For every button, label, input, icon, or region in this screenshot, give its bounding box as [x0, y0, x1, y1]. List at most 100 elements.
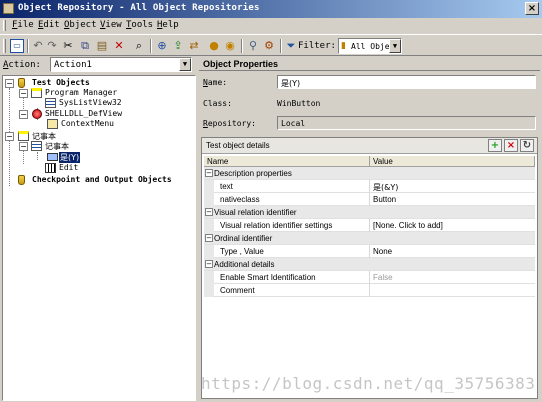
row-indent [204, 271, 214, 284]
collapse-icon[interactable]: − [205, 234, 213, 242]
property-value[interactable]: False [373, 273, 393, 282]
row-indent [204, 284, 214, 297]
title-bar: Object Repository - All Object Repositor… [0, 0, 542, 18]
toolbar: ▭ ↶ ↷ ✂ ⧉ ▤ ✕ ⌕ ⊕ ⇪ ⇄ ● ◉ ⚲ ⚙ ⏷ Filter: … [0, 34, 542, 56]
find-icon[interactable]: ⌕ [132, 39, 146, 53]
toolbar-grip [3, 39, 6, 53]
category-row[interactable]: − Description properties [204, 167, 535, 180]
collapse-icon[interactable]: − [19, 110, 28, 119]
column-divider [369, 219, 370, 232]
category-row[interactable]: − Additional details [204, 258, 535, 271]
close-button[interactable]: × [525, 2, 539, 15]
class-label: Class: [203, 99, 232, 108]
menu-object[interactable]: Object [64, 20, 97, 30]
tree-node-checkpoints[interactable]: Checkpoint and Output Objects [5, 175, 195, 186]
collapse-icon[interactable]: − [205, 169, 213, 177]
category-label: Description properties [214, 169, 292, 178]
category-row[interactable]: − Visual relation identifier [204, 206, 535, 219]
menu-tools[interactable]: Tools [126, 20, 153, 30]
menu-edit[interactable]: Edit [38, 20, 60, 30]
category-row[interactable]: − Ordinal identifier [204, 232, 535, 245]
object-icon[interactable]: ▭ [10, 39, 24, 53]
property-name: nativeclass [220, 195, 260, 204]
tree-node-edit[interactable]: Edit [33, 163, 183, 174]
button-icon [47, 153, 58, 161]
collapse-icon[interactable]: − [19, 142, 28, 151]
column-divider [369, 193, 370, 206]
remove-property-button[interactable]: × [504, 139, 518, 152]
collapse-icon[interactable]: − [5, 79, 14, 88]
menubar-grip [3, 20, 6, 31]
collapse-icon[interactable]: − [5, 132, 14, 141]
tree-connector [37, 152, 38, 160]
associate-icon[interactable]: ⚙ [262, 39, 276, 53]
property-row[interactable]: Enable Smart Identification False [204, 271, 535, 284]
property-row[interactable]: Type , Value None [204, 245, 535, 258]
column-header-name[interactable]: Name [204, 156, 370, 167]
tree-node-label: Edit [59, 163, 79, 172]
collapse-icon[interactable]: − [205, 208, 213, 216]
property-row[interactable]: text 是(&Y) [204, 180, 535, 193]
highlight-icon[interactable]: ● [207, 39, 221, 53]
redo-icon[interactable]: ↷ [45, 39, 59, 53]
properties-grid[interactable]: Name Value − Description properties text… [204, 156, 535, 397]
menu-file[interactable]: File [12, 20, 34, 30]
tree-node-yes-button[interactable]: 是(Y) [47, 152, 177, 163]
filter-object-icon: ▮ [341, 41, 346, 51]
export-icon[interactable]: ⇪ [171, 39, 185, 53]
collapse-icon[interactable]: − [19, 89, 28, 98]
menu-view[interactable]: View [100, 20, 122, 30]
cut-icon[interactable]: ✂ [61, 39, 75, 53]
name-value: 是(Y) [281, 79, 301, 88]
class-value: WinButton [277, 99, 321, 108]
object-tree[interactable]: − Test Objects − Program Manager SysList… [2, 75, 196, 401]
paste-icon[interactable]: ▤ [95, 39, 109, 53]
repository-field: Local [277, 116, 536, 130]
property-value[interactable]: None [373, 247, 392, 256]
menu-help[interactable]: Help [157, 20, 179, 30]
tree-node-label: 记事本 [45, 142, 69, 151]
property-row[interactable]: Visual relation identifier settings [Non… [204, 219, 535, 232]
add-property-button[interactable]: + [488, 139, 502, 152]
refresh-button[interactable]: ↻ [520, 139, 534, 152]
column-header-value[interactable]: Value [370, 156, 535, 167]
menu-bar: File Edit Object View Tools Help [0, 18, 542, 33]
details-title: Test object details [206, 141, 270, 150]
tree-node-syslistview32[interactable]: SysListView32 [33, 98, 183, 109]
toolbar-separator [150, 39, 152, 53]
action-row: Action: Action1 ▼ [0, 57, 196, 73]
collapse-icon[interactable]: − [205, 260, 213, 268]
property-row[interactable]: Comment [204, 284, 535, 297]
tree-node-label: SHELLDLL_DefView [45, 109, 123, 118]
object-spy-icon[interactable]: ⚲ [246, 39, 260, 53]
undo-icon[interactable]: ↶ [31, 39, 45, 53]
add-objects-icon[interactable]: ⊕ [155, 39, 169, 53]
edit-icon [45, 163, 56, 173]
chevron-down-icon[interactable]: ▼ [179, 58, 191, 71]
action-dropdown[interactable]: Action1 ▼ [50, 57, 192, 72]
toolbar-separator [280, 39, 282, 53]
object-properties-header: Object Properties [199, 57, 540, 71]
repository-value: Local [281, 119, 306, 128]
name-field[interactable]: 是(Y) [277, 75, 536, 89]
filter-dropdown[interactable]: ▮ All Obje ▼ [338, 38, 402, 54]
category-label: Visual relation identifier [214, 208, 297, 217]
property-value[interactable]: [None. Click to add] [373, 221, 443, 230]
property-name: text [220, 182, 233, 191]
object-properties-title: Object Properties [203, 59, 279, 69]
property-row[interactable]: nativeclass Button [204, 193, 535, 206]
delete-icon[interactable]: ✕ [112, 39, 126, 53]
chevron-down-icon[interactable]: ▼ [389, 39, 401, 53]
test-object-details-panel: Test object details + × ↻ Name Value − D… [201, 137, 538, 399]
row-indent [204, 193, 214, 206]
copy-icon[interactable]: ⧉ [78, 39, 92, 53]
tree-node-contextmenu[interactable]: ContextMenu [47, 119, 177, 130]
property-value[interactable]: Button [373, 195, 396, 204]
tree-node-notepad[interactable]: − 记事本 [19, 141, 189, 152]
tree-node-label: ContextMenu [61, 119, 114, 128]
merge-icon[interactable]: ⇄ [187, 39, 201, 53]
locate-icon[interactable]: ◉ [223, 39, 237, 53]
category-label: Ordinal identifier [214, 234, 273, 243]
property-value[interactable]: 是(&Y) [373, 182, 398, 193]
row-indent [204, 219, 214, 232]
